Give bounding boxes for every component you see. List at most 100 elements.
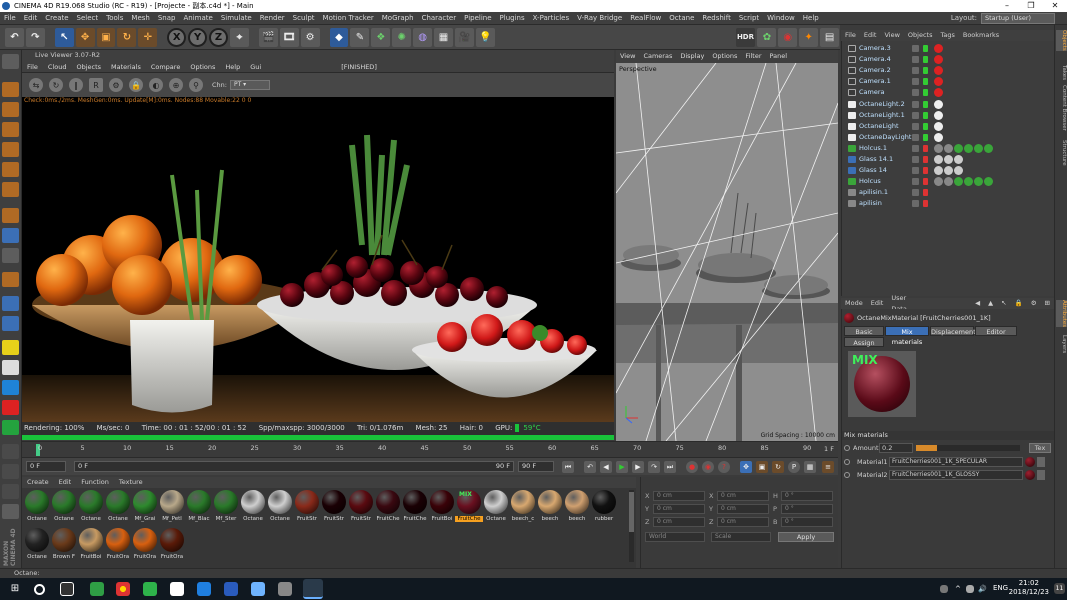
tab-assign[interactable]: Assign	[844, 337, 884, 347]
menu-item-x-particles[interactable]: X-Particles	[529, 12, 573, 25]
pos-y-field[interactable]: 0 cm	[653, 504, 705, 514]
coordinate-mode-select[interactable]: Scale	[711, 532, 771, 542]
material-tag-icon[interactable]	[934, 177, 943, 187]
material-name-label[interactable]: Mf_Blac	[185, 516, 213, 522]
material-swatch[interactable]	[241, 490, 265, 514]
material-tag-icon[interactable]	[944, 177, 953, 187]
app-360-icon[interactable]	[90, 582, 104, 596]
object-row[interactable]: Camera.1	[842, 76, 1055, 87]
material-menu-edit[interactable]: Edit	[54, 477, 77, 488]
visibility-toggle-icon[interactable]	[912, 156, 919, 163]
object-menu-edit[interactable]: Edit	[860, 30, 881, 41]
lv-menu-objects[interactable]: Objects	[71, 61, 106, 73]
dock-tab-objects[interactable]: Objects	[1056, 30, 1067, 51]
material-name-label[interactable]: beech	[563, 516, 591, 522]
octane-light-tag-icon[interactable]	[934, 132, 943, 142]
coordinate-system-button[interactable]: ⌖	[230, 27, 249, 47]
close-button[interactable]: ✕	[1043, 0, 1067, 12]
attribute-nav-icon[interactable]: ⊞	[1041, 298, 1054, 309]
rot-b-field[interactable]: 0 °	[781, 517, 833, 527]
material-name-label[interactable]: FruitChe	[374, 516, 402, 522]
material-swatch[interactable]	[430, 490, 454, 514]
visibility-toggle-icon[interactable]	[912, 178, 919, 186]
tray-volume-icon[interactable]: 🔊	[978, 585, 987, 593]
timeline-ruler[interactable]: 1 F 0 5 10 15 20 25 30 35 40 45 50 55 60 65 70 75 80 85 90	[22, 441, 838, 457]
x-axis-lock-button[interactable]: X	[167, 27, 187, 47]
material-name-label[interactable]: beech_c	[509, 516, 537, 522]
enable-check-icon[interactable]	[923, 45, 928, 52]
texture-mode-icon[interactable]	[2, 102, 19, 117]
enable-check-icon[interactable]	[923, 56, 928, 64]
octane-light-tag-icon[interactable]	[934, 99, 943, 109]
octane-camera-icon[interactable]	[2, 380, 19, 395]
size-y-field[interactable]: 0 cm	[717, 504, 769, 514]
tray-language[interactable]: ENG	[993, 584, 1008, 592]
material-name-label[interactable]: FruitChe	[455, 516, 483, 522]
enable-check-icon[interactable]	[923, 100, 928, 108]
octane-arealight-icon[interactable]	[2, 360, 19, 375]
enable-check-icon[interactable]	[923, 111, 928, 119]
attribute-nav-icon[interactable]: 🔒	[1011, 298, 1027, 309]
material-name-label[interactable]: Mf_Ster	[212, 516, 240, 522]
app-blue-icon[interactable]	[197, 582, 211, 596]
material1-anim-dot[interactable]	[844, 459, 850, 465]
menu-item-select[interactable]: Select	[73, 12, 103, 25]
menu-item-realflow[interactable]: RealFlow	[626, 12, 665, 25]
material-tag-icon[interactable]	[954, 155, 963, 164]
timeline-window-button[interactable]: ≡	[822, 461, 834, 473]
menu-item-file[interactable]: File	[0, 12, 20, 25]
menu-item-sculpt[interactable]: Sculpt	[289, 12, 319, 25]
material2-menu-icon[interactable]	[1037, 470, 1045, 480]
end-frame-field[interactable]: 90 F	[518, 461, 554, 472]
windows-start-icon[interactable]: ⊞	[8, 582, 22, 596]
enable-check-icon[interactable]	[923, 167, 928, 175]
material-scrollbar-thumb[interactable]	[629, 492, 634, 532]
menu-item-octane[interactable]: Octane	[665, 12, 698, 25]
object-row[interactable]: OctaneLight.2	[842, 99, 1055, 110]
material-name-label[interactable]: Octane	[23, 516, 51, 522]
light-button[interactable]: 💡	[475, 27, 495, 47]
key-rotation-button[interactable]: ↻	[772, 461, 784, 473]
qq-icon[interactable]	[170, 582, 184, 596]
viewport-menu-view[interactable]: View	[616, 50, 639, 63]
amount-slider[interactable]	[916, 445, 1020, 451]
menu-item-snap[interactable]: Snap	[154, 12, 180, 25]
attribute-menu-edit[interactable]: Edit	[867, 298, 888, 309]
snap-icon[interactable]	[2, 248, 19, 263]
material-swatch[interactable]	[25, 490, 49, 514]
key-parameter-button[interactable]: P	[788, 461, 800, 473]
pin-icon[interactable]: ⚲	[189, 78, 203, 92]
attribute-nav-icon[interactable]: ◀	[971, 298, 984, 309]
prev-frame-button[interactable]: ◀	[600, 461, 612, 473]
pos-z-field[interactable]: 0 cm	[653, 517, 705, 527]
play-button[interactable]: ▶	[616, 461, 628, 473]
object-row[interactable]: OctaneDayLight	[842, 132, 1055, 143]
attribute-menu-mode[interactable]: Mode	[841, 298, 867, 309]
octane-camera-tag-icon[interactable]	[934, 88, 943, 98]
object-menu-bookmarks[interactable]: Bookmarks	[959, 30, 1003, 41]
material-tag-icon[interactable]	[964, 143, 973, 153]
material-swatch[interactable]	[484, 490, 508, 514]
object-row[interactable]: Camera	[842, 87, 1055, 98]
send-scene-icon[interactable]: ⇆	[29, 78, 43, 92]
octane-camera-tag-icon[interactable]	[934, 77, 943, 87]
object-row[interactable]: Glass 14.1	[842, 154, 1055, 165]
material-name-label[interactable]: FruitBoi	[77, 554, 105, 560]
make-editable-icon[interactable]	[2, 54, 19, 69]
focus-picker-icon[interactable]: ⊕	[169, 78, 183, 92]
octane-light-tag-icon[interactable]	[934, 110, 943, 120]
next-frame-button[interactable]: ▶	[632, 461, 644, 473]
material-name-label[interactable]: Octane	[239, 516, 267, 522]
material-tag-icon[interactable]	[944, 155, 953, 164]
octane-render-icon[interactable]	[2, 400, 19, 415]
deformer-button[interactable]: ◍	[413, 27, 433, 47]
visibility-toggle-icon[interactable]	[912, 78, 919, 86]
material1-link-field[interactable]: FruitCherries001_1K_SPECULAR	[889, 457, 1023, 467]
menu-item-redshift[interactable]: Redshift	[698, 12, 734, 25]
taskbar-clock[interactable]: 21:02 2018/12/23	[1009, 579, 1049, 597]
dock-tab-attributes[interactable]: Attributes	[1056, 300, 1067, 328]
redo-button[interactable]: ↷	[25, 27, 45, 47]
material-menu-texture[interactable]: Texture	[114, 477, 148, 488]
material-swatch[interactable]	[25, 528, 49, 552]
octane-tools-button[interactable]: ✦	[799, 27, 819, 47]
